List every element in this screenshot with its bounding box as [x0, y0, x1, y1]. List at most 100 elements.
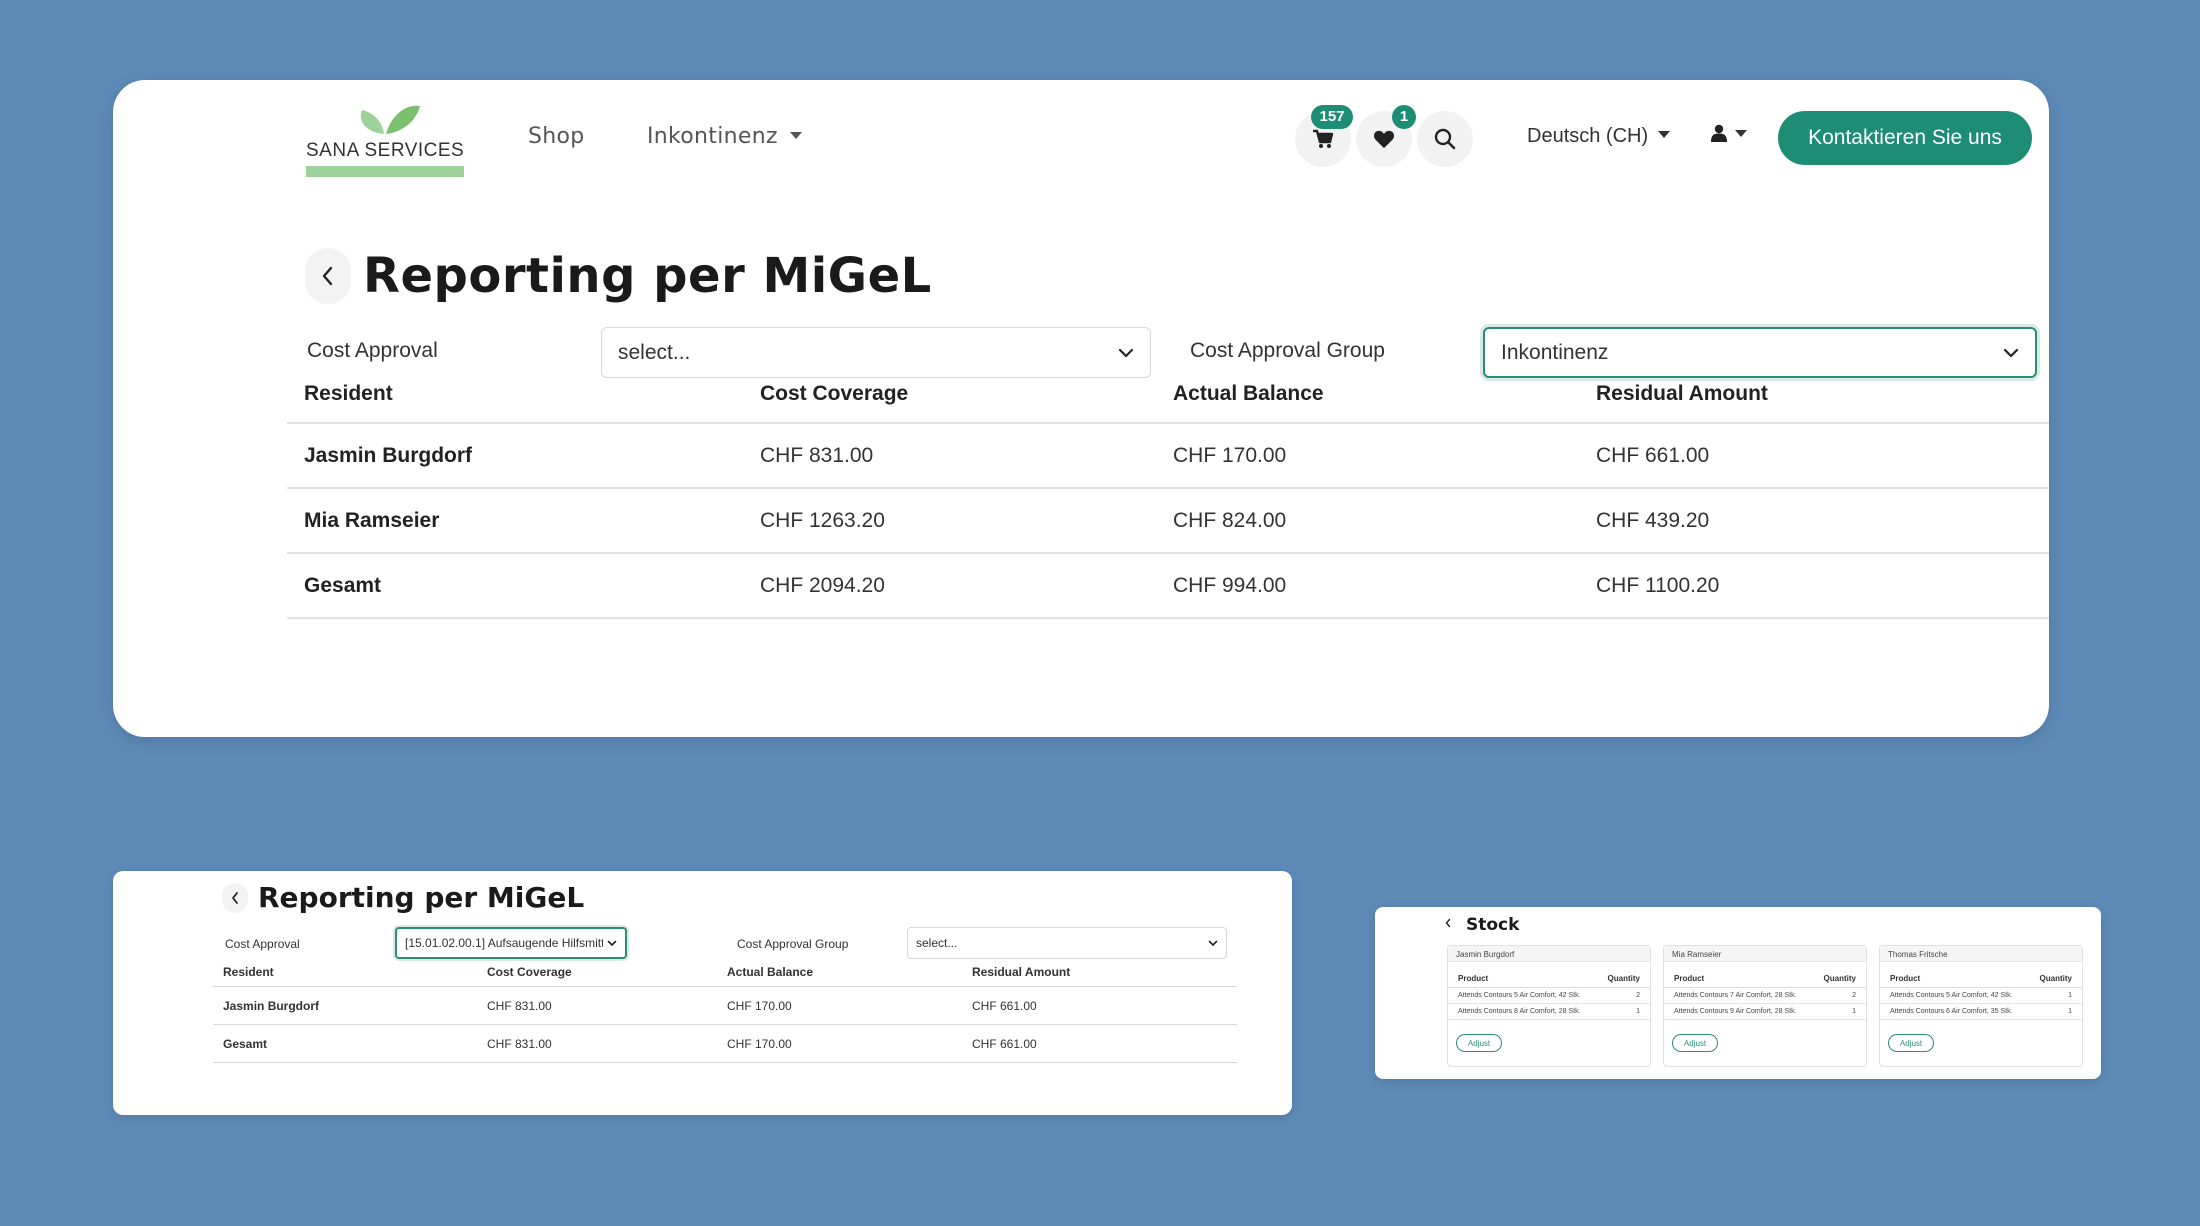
language-label: Deutsch (CH) [1527, 125, 1649, 147]
cart-button[interactable]: 157 [1295, 105, 1353, 167]
cost-approval-group-label: Cost Approval Group [1190, 339, 1385, 362]
stock-table-header: Product Quantity [1664, 970, 1866, 988]
column-header-actual-balance: Actual Balance [1173, 382, 1324, 405]
user-menu[interactable] [1711, 124, 1747, 142]
resident-name: Mia Ramseier [304, 508, 440, 532]
actual-balance-value: CHF 170.00 [727, 998, 792, 1013]
product-quantity: 1 [2068, 1008, 2072, 1015]
preview-report-card: Reporting per MiGeL Cost Approval [15.01… [113, 871, 1292, 1115]
column-header-cost-coverage: Cost Coverage [487, 965, 572, 979]
stock-row: Attends Contours 7 Air Comfort, 28 Stk. … [1664, 988, 1866, 1004]
report-table: Resident Cost Coverage Actual Balance Re… [213, 963, 1237, 1063]
product-quantity: 2 [1852, 992, 1856, 999]
column-header-product: Product [1458, 974, 1489, 983]
chevron-left-icon [322, 266, 333, 286]
column-header-cost-coverage: Cost Coverage [760, 382, 909, 405]
nav-shop[interactable]: Shop [528, 124, 585, 149]
product-quantity: 1 [1636, 1008, 1640, 1015]
column-header-resident: Resident [304, 382, 393, 405]
logo-bar [306, 166, 464, 177]
chevron-left-icon [1445, 918, 1451, 928]
table-row: Mia Ramseier CHF 1263.20 CHF 824.00 CHF … [287, 489, 2049, 554]
residual-amount-value: CHF 439.20 [1596, 508, 1710, 532]
cart-count-badge: 157 [1311, 105, 1353, 129]
column-header-product: Product [1890, 974, 1921, 983]
logo-text: SANA SERVICES [306, 140, 465, 161]
cost-approval-label: Cost Approval [307, 339, 438, 362]
cost-approval-group-label: Cost Approval Group [737, 937, 849, 951]
column-header-residual-amount: Residual Amount [1596, 382, 1768, 405]
actual-balance-value: CHF 170.00 [1173, 443, 1287, 467]
adjust-button[interactable]: Adjust [1456, 1034, 1502, 1052]
stock-resident-panel: Mia Ramseier Product Quantity Attends Co… [1663, 945, 1867, 1067]
chevron-down-icon [789, 131, 802, 139]
nav-inkontinenz-label: Inkontinenz [647, 124, 778, 149]
table-total-row: Gesamt CHF 831.00 CHF 170.00 CHF 661.00 [213, 1025, 1237, 1063]
residual-amount-value: CHF 661.00 [972, 1036, 1037, 1051]
resident-name: Thomas Fritsche [1880, 946, 2082, 962]
brand-logo[interactable]: SANA SERVICES [306, 102, 466, 177]
cost-coverage-value: CHF 2094.20 [760, 573, 885, 597]
cost-approval-group-select[interactable]: Inkontinenz [1483, 327, 2037, 378]
stock-row: Attends Contours 6 Air Comfort, 35 Stk. … [1880, 1004, 2082, 1020]
adjust-button[interactable]: Adjust [1888, 1034, 1934, 1052]
chevron-left-icon [232, 892, 238, 904]
product-quantity: 2 [1636, 992, 1640, 999]
actual-balance-value: CHF 994.00 [1173, 573, 1287, 597]
table-row: Jasmin Burgdorf CHF 831.00 CHF 170.00 CH… [213, 987, 1237, 1025]
stock-title: Stock [1466, 915, 1520, 935]
product-name: Attends Contours 5 Air Comfort, 42 Stk. [1458, 992, 1581, 999]
adjust-button[interactable]: Adjust [1672, 1034, 1718, 1052]
back-button[interactable] [222, 883, 248, 913]
stock-resident-panel: Thomas Fritsche Product Quantity Attends… [1879, 945, 2083, 1067]
actual-balance-value: CHF 824.00 [1173, 508, 1287, 532]
contact-us-button[interactable]: Kontaktieren Sie uns [1778, 111, 2032, 165]
page-title: Reporting per MiGeL [363, 248, 932, 304]
main-report-card: SANA SERVICES Shop Inkontinenz 157 1 Deu… [113, 80, 2049, 737]
language-selector[interactable]: Deutsch (CH) [1527, 125, 1671, 148]
table-header: Resident Cost Coverage Actual Balance Re… [213, 963, 1237, 987]
residual-amount-value: CHF 1100.20 [1596, 573, 1720, 597]
column-header-actual-balance: Actual Balance [727, 965, 814, 979]
stock-row: Attends Contours 8 Air Comfort, 28 Stk. … [1448, 1004, 1650, 1020]
cost-coverage-value: CHF 831.00 [760, 443, 874, 467]
stock-row: Attends Contours 5 Air Comfort, 42 Stk. … [1880, 988, 2082, 1004]
heart-icon [1373, 130, 1395, 149]
cost-approval-label: Cost Approval [225, 937, 300, 951]
product-name: Attends Contours 7 Air Comfort, 28 Stk. [1674, 992, 1797, 999]
cost-approval-group-value: select... [916, 936, 958, 950]
resident-name: Jasmin Burgdorf [1448, 946, 1650, 962]
cost-approval-select[interactable]: [15.01.02.00.1] Aufsaugende Hilfsmittel … [395, 927, 627, 959]
column-header-quantity: Quantity [1607, 974, 1640, 983]
search-button[interactable] [1417, 111, 1473, 167]
product-name: Attends Contours 5 Air Comfort, 42 Stk. [1890, 992, 2013, 999]
chevron-down-icon [1735, 129, 1747, 137]
cost-approval-select[interactable]: select... [601, 327, 1151, 378]
actual-balance-value: CHF 170.00 [727, 1036, 792, 1051]
back-button[interactable] [1445, 917, 1451, 931]
nav-inkontinenz-dropdown[interactable]: Inkontinenz [647, 124, 802, 149]
stock-resident-panel: Jasmin Burgdorf Product Quantity Attends… [1447, 945, 1651, 1067]
product-quantity: 1 [2068, 992, 2072, 999]
cost-approval-group-select[interactable]: select... [907, 927, 1227, 959]
wishlist-button[interactable]: 1 [1356, 105, 1416, 167]
chevron-down-icon [1658, 131, 1671, 139]
back-button[interactable] [305, 248, 351, 304]
resident-name: Mia Ramseier [1664, 946, 1866, 962]
column-header-residual-amount: Residual Amount [972, 965, 1071, 979]
user-icon [1711, 124, 1727, 142]
column-header-quantity: Quantity [1823, 974, 1856, 983]
cost-approval-value: select... [618, 340, 691, 364]
cost-approval-group-value: Inkontinenz [1501, 340, 1609, 364]
product-name: Attends Contours 9 Air Comfort, 28 Stk. [1674, 1008, 1797, 1015]
resident-name: Jasmin Burgdorf [223, 998, 320, 1013]
cost-coverage-value: CHF 831.00 [487, 998, 552, 1013]
page-title: Reporting per MiGeL [258, 881, 585, 914]
stock-row: Attends Contours 9 Air Comfort, 28 Stk. … [1664, 1004, 1866, 1020]
table-total-row: Gesamt CHF 2094.20 CHF 994.00 CHF 1100.2… [287, 554, 2049, 619]
cart-icon [1313, 129, 1334, 148]
table-row: Jasmin Burgdorf CHF 831.00 CHF 170.00 CH… [287, 424, 2049, 489]
chevron-down-icon [1118, 348, 1134, 357]
stock-table-header: Product Quantity [1448, 970, 1650, 988]
total-label: Gesamt [304, 573, 382, 597]
